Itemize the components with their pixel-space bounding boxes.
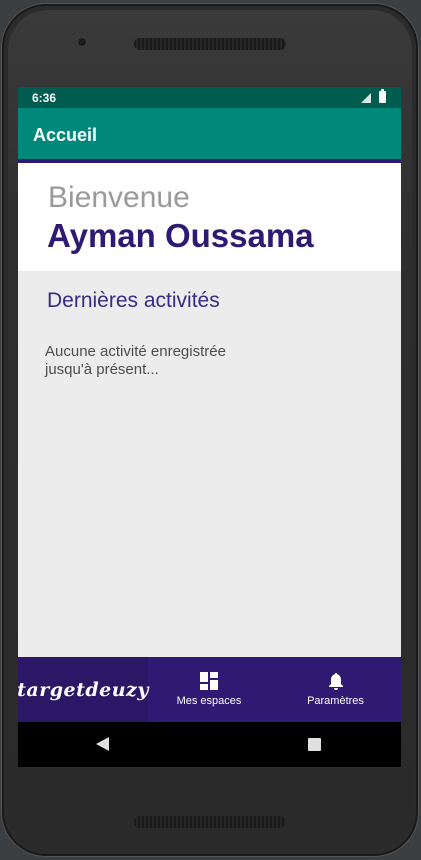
nav-item-mes-espaces[interactable]: Mes espaces xyxy=(148,657,270,722)
nav-item-parametres[interactable]: Paramètres xyxy=(270,657,401,722)
system-navigation-bar xyxy=(18,722,401,767)
app-screen: 6:36 Accueil Bienvenue Ayman Oussama Der… xyxy=(18,87,401,767)
empty-message-line: Aucune activité enregistrée xyxy=(45,343,226,360)
battery-icon xyxy=(379,89,386,103)
activities-title: Dernières activités xyxy=(47,289,220,312)
nav-item-label: Paramètres xyxy=(307,695,364,707)
welcome-greeting: Bienvenue xyxy=(48,181,190,214)
back-icon[interactable] xyxy=(96,737,109,751)
bottom-speaker xyxy=(134,816,286,828)
dashboard-icon xyxy=(200,672,218,690)
activities-empty-message: Aucune activité enregistrée jusqu'à prés… xyxy=(45,343,295,379)
status-time: 6:36 xyxy=(32,91,57,105)
app-logo[interactable]: targetdeuzy xyxy=(18,657,148,722)
welcome-card: Bienvenue Ayman Oussama xyxy=(18,163,401,271)
user-name: Ayman Oussama xyxy=(47,217,314,254)
empty-message-line: jusqu'à présent... xyxy=(45,361,159,378)
app-bar: Accueil xyxy=(18,108,401,163)
signal-icon xyxy=(361,93,371,103)
status-bar: 6:36 xyxy=(18,87,401,108)
front-camera xyxy=(78,38,86,46)
top-speaker xyxy=(134,38,286,50)
nav-item-label: Mes espaces xyxy=(176,695,242,707)
recents-square-icon[interactable] xyxy=(308,738,321,751)
bell-icon xyxy=(329,673,343,690)
bottom-navigation: targetdeuzy Mes espaces Paramètres xyxy=(18,657,401,722)
page-title: Accueil xyxy=(33,125,98,145)
